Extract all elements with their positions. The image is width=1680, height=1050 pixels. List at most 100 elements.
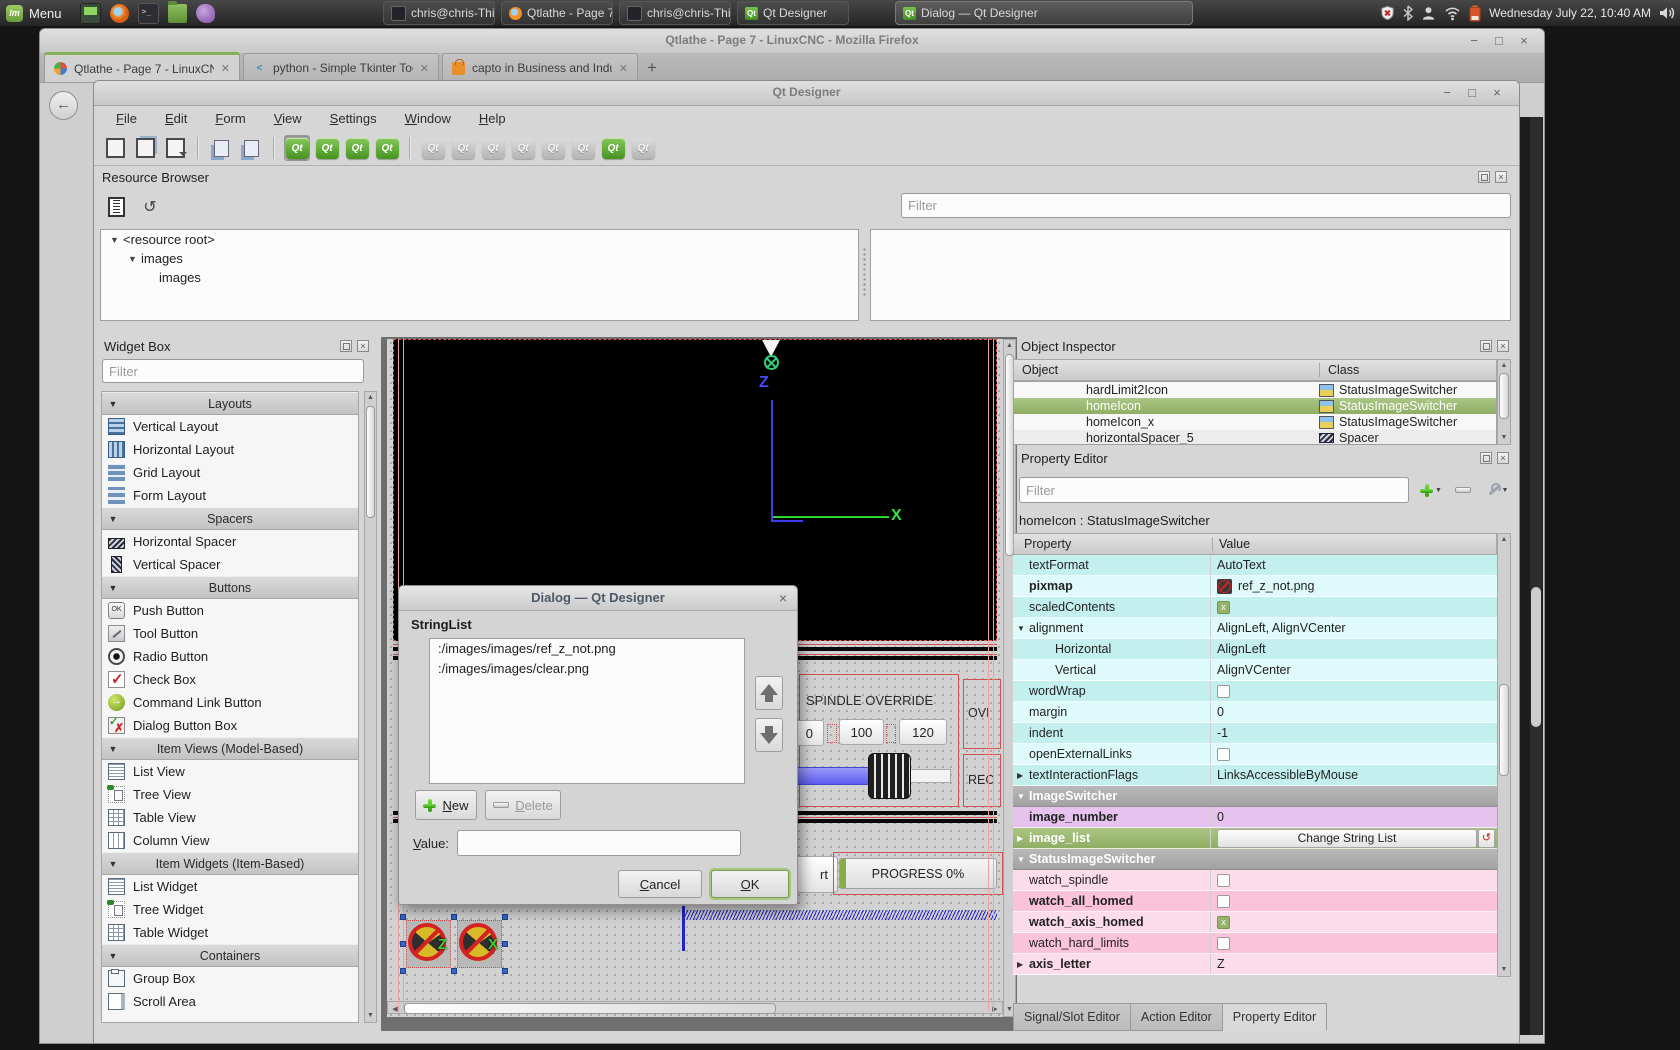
menu-window[interactable]: Window [391,108,465,129]
minimize-icon[interactable]: − [1439,85,1455,100]
new-form-icon[interactable] [102,135,128,161]
close-dock-icon[interactable]: × [1497,340,1509,352]
taskbar-button[interactable]: chris@chris-ThinkPa... [619,1,731,25]
resource-filter-input[interactable] [901,193,1511,218]
checkbox-unchecked[interactable] [1217,937,1230,950]
selection-handle[interactable] [400,941,406,947]
close-dock-icon[interactable]: × [1495,171,1507,183]
tab-signal-slot-editor[interactable]: Signal/Slot Editor [1013,1003,1131,1031]
ref-x-not-image[interactable]: X [457,920,502,968]
property-group-StatusImageSwitcher[interactable]: ▼StatusImageSwitcher [1013,849,1497,870]
float-dock-icon[interactable] [1480,452,1492,464]
splitter-handle[interactable] [862,247,867,297]
maximize-icon[interactable]: □ [1464,85,1480,100]
property-row-pixmap[interactable]: pixmapref_z_not.png [1013,576,1497,597]
taskbar-button[interactable]: QtDialog — Qt Designer [895,1,1193,25]
ok-button[interactable]: OK [711,870,789,898]
widget-vertical-layout[interactable]: Vertical Layout [102,415,358,438]
widget-group-box[interactable]: Group Box [102,967,358,990]
object-row-horizontalSpacer_5[interactable]: horizontalSpacer_5Spacer [1014,430,1496,445]
tab-property-editor[interactable]: Property Editor [1223,1003,1327,1031]
widget-table-view[interactable]: Table View [102,806,358,829]
close-icon[interactable]: × [1516,33,1532,48]
widget-tree-widget[interactable]: Tree Widget [102,898,358,921]
property-row-watch_spindle[interactable]: watch_spindle [1013,870,1497,891]
value-input[interactable] [457,830,741,856]
property-row-openExternalLinks[interactable]: openExternalLinks [1013,744,1497,765]
menu-file[interactable]: File [102,108,151,129]
configure-property-editor-button[interactable]: ▼ [1479,477,1515,503]
close-icon[interactable]: × [1489,85,1505,100]
menu-form[interactable]: Form [201,108,259,129]
column-object[interactable]: Object [1014,363,1319,377]
layout-grid-icon[interactable]: Qt [570,135,596,161]
maximize-icon[interactable]: □ [1491,33,1507,48]
menu-help[interactable]: Help [465,108,520,129]
resource-tree-item[interactable]: images [101,268,858,287]
firefox-tab[interactable]: <python - Simple Tkinter Togg✕ [243,53,439,82]
close-tab-icon[interactable]: ✕ [221,62,230,75]
clone-form-icon[interactable] [132,135,158,161]
selected-spacer-hatch[interactable] [684,910,997,920]
float-dock-icon[interactable] [340,340,352,352]
property-row-wordWrap[interactable]: wordWrap [1013,681,1497,702]
section-containers[interactable]: ▼Containers [102,944,358,967]
wifi-icon[interactable] [1444,5,1461,21]
selection-handle[interactable] [451,968,457,974]
close-dock-icon[interactable]: × [1497,452,1509,464]
dialog-titlebar[interactable]: Dialog — Qt Designer × [399,586,797,611]
back-button[interactable]: ← [49,91,78,120]
taskbar-button[interactable]: chris@chris-ThinkPa... [383,1,495,25]
edit-tab-order-icon[interactable]: Qt [374,135,400,161]
widget-table-widget[interactable]: Table Widget [102,921,358,944]
checkbox-checked[interactable]: x [1217,916,1230,929]
widget-push-button[interactable]: Push Button [102,599,358,622]
menu-settings[interactable]: Settings [316,108,391,129]
shield-icon[interactable] [1380,5,1395,21]
property-row-textFormat[interactable]: textFormatAutoText [1013,555,1497,576]
property-group-ImageSwitcher[interactable]: ▼ImageSwitcher [1013,786,1497,807]
section-layouts[interactable]: ▼Layouts [102,392,358,415]
widget-tree-view[interactable]: Tree View [102,783,358,806]
section-buttons[interactable]: ▼Buttons [102,576,358,599]
selection-handle[interactable] [451,914,457,920]
firefox-tab[interactable]: capto in Business and Indust✕ [442,53,638,82]
change-string-list-button[interactable]: Change String List [1217,829,1477,848]
property-row-Vertical[interactable]: VerticalAlignVCenter [1013,660,1497,681]
firefox-scrollbar-thumb[interactable] [1531,587,1541,727]
files-icon[interactable] [168,4,187,23]
property-row-watch_axis_homed[interactable]: watch_axis_homedx [1013,912,1497,933]
widget-horizontal-spacer[interactable]: Horizontal Spacer [102,530,358,553]
layout-horizontal-splitter-icon[interactable]: Qt [510,135,536,161]
property-row-watch_all_homed[interactable]: watch_all_homed [1013,891,1497,912]
spindle-slider-groove[interactable] [909,769,951,783]
widget-list-view[interactable]: List View [102,760,358,783]
section-spacers[interactable]: ▼Spacers [102,507,358,530]
widget-vertical-spacer[interactable]: Vertical Spacer [102,553,358,576]
copy-icon[interactable] [208,135,234,161]
selection-handle[interactable] [400,914,406,920]
column-value[interactable]: Value [1212,537,1250,551]
section-item-views-model-based-[interactable]: ▼Item Views (Model-Based) [102,737,358,760]
clock[interactable]: Wednesday July 22, 10:40 AM [1489,6,1651,20]
save-form-icon[interactable] [162,135,188,161]
property-row-Horizontal[interactable]: HorizontalAlignLeft [1013,639,1497,660]
widget-grid-layout[interactable]: Grid Layout [102,461,358,484]
object-row-homeIcon_x[interactable]: homeIcon_xStatusImageSwitcher [1014,414,1496,430]
selection-handle[interactable] [502,914,508,920]
tab-action-editor[interactable]: Action Editor [1131,1003,1223,1031]
widget-tool-button[interactable]: Tool Button [102,622,358,645]
edit-buddies-icon[interactable]: Qt [344,135,370,161]
override-button-120[interactable]: 120 [899,719,947,745]
cancel-button[interactable]: Cancel [618,870,702,898]
close-dock-icon[interactable]: × [357,340,369,352]
float-dock-icon[interactable] [1478,171,1490,183]
widget-filter-input[interactable] [102,359,364,383]
property-row-watch_hard_limits[interactable]: watch_hard_limits [1013,933,1497,954]
reset-property-icon[interactable]: ↺ [1478,829,1495,848]
new-tab-button[interactable]: + [647,58,657,78]
selection-handle[interactable] [502,941,508,947]
widget-horizontal-layout[interactable]: Horizontal Layout [102,438,358,461]
property-row-image_list[interactable]: ▶image_listChange String List↺ [1013,828,1497,849]
close-tab-icon[interactable]: ✕ [619,62,628,75]
